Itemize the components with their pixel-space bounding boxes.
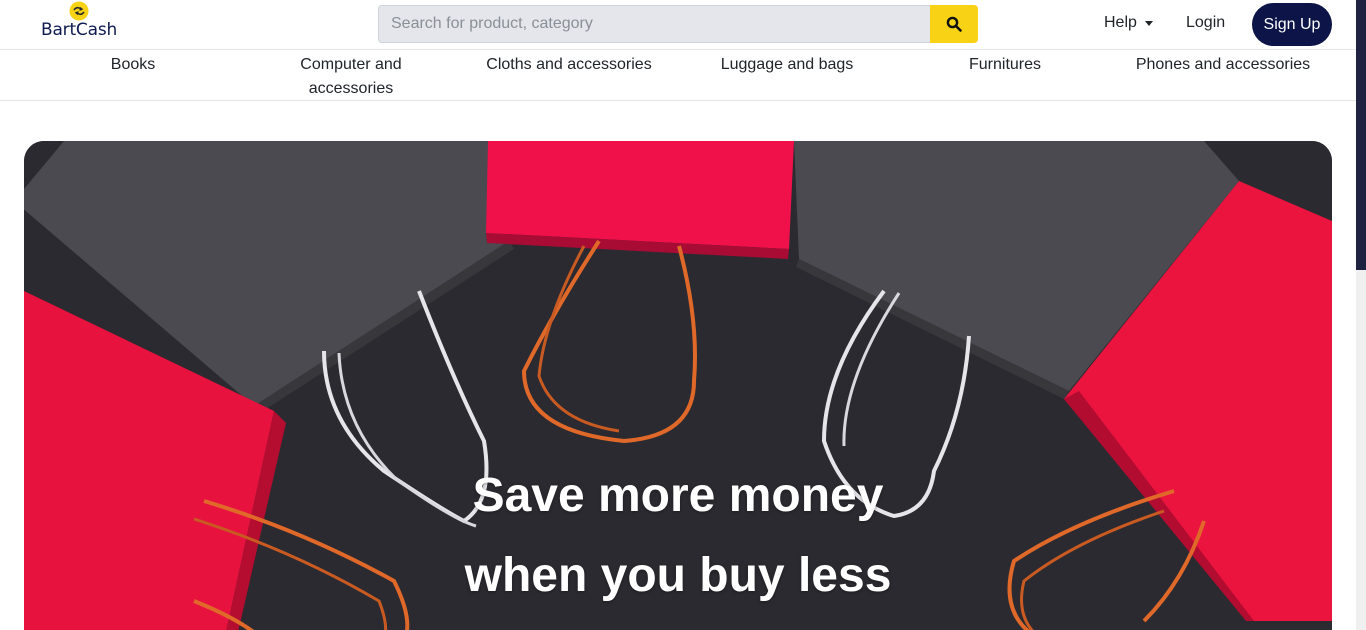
- search-input[interactable]: [378, 5, 930, 43]
- search-icon: [946, 16, 962, 32]
- category-computer-accessories[interactable]: Computer and accessories: [242, 53, 460, 101]
- category-label: Furnitures: [968, 56, 1042, 73]
- category-label: Phones and accessories: [1135, 56, 1311, 73]
- top-header: BartCash Help Login Sign Up: [0, 0, 1356, 50]
- hero-title-line1: Save more money: [472, 469, 884, 522]
- help-dropdown[interactable]: Help: [1104, 14, 1153, 32]
- brand-name: BartCash: [41, 20, 118, 40]
- scrollbar-thumb[interactable]: [1356, 0, 1366, 270]
- category-label: Cloths and accessories: [486, 56, 652, 73]
- hero-banner: Save more money when you buy less: [24, 141, 1332, 630]
- category-label: Computer and: [300, 56, 402, 73]
- category-label: Luggage and bags: [720, 56, 854, 73]
- category-luggage-bags[interactable]: Luggage and bags: [678, 53, 896, 77]
- login-link[interactable]: Login: [1186, 14, 1225, 32]
- category-books[interactable]: Books: [24, 53, 242, 77]
- brand-logo[interactable]: BartCash: [40, 0, 120, 46]
- category-phones-accessories[interactable]: Phones and accessories: [1114, 53, 1332, 77]
- category-furnitures[interactable]: Furnitures: [896, 53, 1114, 77]
- logo-coin-icon: [69, 1, 89, 21]
- hero-title-line2: when you buy less: [464, 549, 892, 602]
- caret-down-icon: [1144, 20, 1153, 26]
- category-cloths-accessories[interactable]: Cloths and accessories: [460, 53, 678, 77]
- category-label: Books: [110, 56, 156, 73]
- search-bar: [378, 5, 978, 43]
- search-button[interactable]: [930, 5, 978, 43]
- help-label: Help: [1104, 14, 1137, 31]
- signup-button[interactable]: Sign Up: [1252, 3, 1332, 46]
- page-scrollbar[interactable]: [1356, 0, 1366, 630]
- category-label-line2: accessories: [308, 80, 394, 97]
- category-nav: Books Computer and accessories Cloths an…: [0, 50, 1356, 101]
